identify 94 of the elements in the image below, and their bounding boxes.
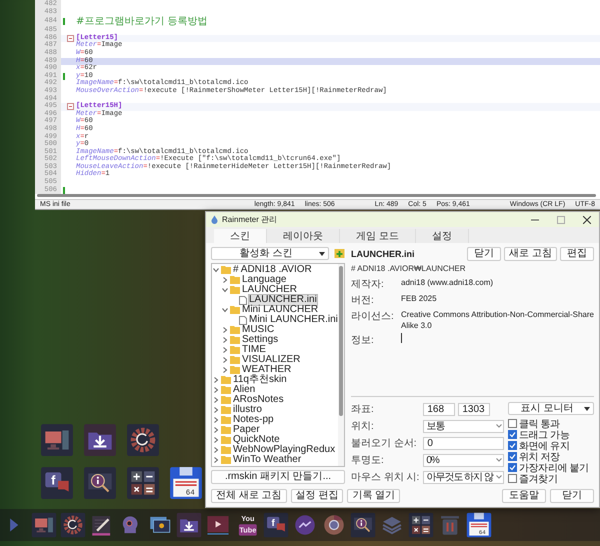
speech-bubble-icon[interactable]: f (263, 512, 289, 538)
checkbox-label: 화면에 유지 (519, 440, 570, 452)
checkbox-label: 드래그 가능 (519, 428, 570, 442)
tree-item[interactable]: Settings (212, 335, 338, 345)
folder-icon (230, 306, 240, 314)
tree-item[interactable]: QuickNote (212, 435, 338, 445)
header-button[interactable]: 닫기 (467, 247, 502, 261)
chevron-icon (496, 458, 502, 462)
tree-item[interactable]: LAUNCHER (212, 285, 338, 295)
close-icon[interactable] (583, 216, 591, 224)
info-value: Creative Commons Attribution-Non-Commercial-Share Alike 3.0 (401, 309, 594, 331)
info-value: adni18 (www.adni18.com) (401, 277, 494, 288)
footer-button[interactable]: 전체 새로 고침 (211, 489, 287, 503)
package-button[interactable]: .rmskin 패키지 만들기... (211, 470, 345, 484)
horizontal-scrollbar[interactable] (37, 194, 596, 198)
coordinate-field[interactable]: 1303 (458, 402, 490, 416)
select-field[interactable]: 0% (423, 454, 504, 466)
window-title: Rainmeter 관리 (222, 214, 278, 225)
info-label: 정보: (351, 334, 375, 347)
select-field[interactable]: 아무것도 하지 않 (423, 470, 504, 484)
header-button[interactable]: 새로 고침 (504, 247, 557, 261)
calculator-icon[interactable] (408, 512, 434, 538)
tree-item[interactable]: ARosNotes (212, 395, 338, 405)
chevron-icon[interactable] (222, 307, 228, 313)
info-label: 라이선스: (351, 310, 395, 323)
drop-icon (211, 215, 218, 224)
tree-item[interactable]: Notes-pp (212, 415, 338, 425)
checkbox[interactable] (508, 474, 517, 483)
download-folder-icon[interactable] (176, 512, 202, 538)
checkbox[interactable] (508, 419, 517, 428)
tree-item[interactable]: Mini LAUNCHER.ini (212, 315, 338, 325)
header-button[interactable]: 편집 (560, 247, 594, 261)
checkbox-label: 클릭 통과 (519, 418, 560, 430)
footer-button[interactable]: 기록 열기 (347, 489, 400, 503)
tree-item[interactable]: Mini LAUNCHER (212, 305, 338, 315)
tree-item[interactable]: Alien (212, 385, 338, 395)
fold-icon[interactable] (67, 35, 74, 42)
gear-icon[interactable] (60, 512, 86, 538)
skin-path: # ADNI18 .AVIOR₩LAUNCHER (351, 264, 467, 273)
code-comment: #프로그램바로가기 등록방법 (76, 16, 208, 28)
setting-label: 위치: (351, 420, 375, 433)
tab[interactable]: 스킨 (214, 229, 267, 243)
file-icon (239, 316, 247, 324)
info-icon[interactable] (350, 512, 376, 538)
dropdown-arrow-icon (584, 407, 590, 411)
monitor-dropdown[interactable]: 표시 모니터 (508, 402, 594, 415)
checkbox[interactable] (508, 441, 517, 450)
file-icon (239, 296, 247, 304)
setting-label: 좌표: (351, 403, 375, 416)
checkbox[interactable] (508, 452, 517, 461)
checkbox-label: 즐겨찾기 (519, 472, 558, 486)
footer-button[interactable]: 설정 편집 (290, 489, 344, 503)
skins-dropdown[interactable]: 활성화 스킨 (211, 247, 329, 260)
checkbox[interactable] (508, 430, 517, 439)
footer-button[interactable]: 도움말 (502, 489, 546, 503)
gear-icon[interactable] (126, 423, 160, 457)
select-field[interactable]: 보통 (423, 420, 504, 432)
text-cursor (401, 333, 402, 343)
tree-item[interactable]: WinTo Weather (212, 455, 338, 465)
info-label: 버전: (351, 294, 375, 307)
tree-item[interactable]: WebNowPlayingRedux (212, 445, 338, 455)
chevron-icon (496, 424, 502, 428)
add-folder-icon[interactable] (334, 248, 345, 259)
setting-label: 투명도: (351, 454, 385, 467)
chevron-icon (496, 475, 502, 479)
vertical-scrollbar[interactable] (338, 264, 344, 466)
info-icon[interactable] (83, 466, 117, 500)
skin-name: LAUNCHER.ini (351, 249, 414, 259)
tree-item[interactable]: # ADNI18 .AVIOR (212, 265, 338, 275)
dropdown-arrow-icon (319, 252, 325, 256)
checkbox[interactable] (508, 463, 517, 472)
tree-item[interactable]: MUSIC (212, 325, 338, 335)
tree-item[interactable]: illustro (212, 405, 338, 415)
calculator-icon[interactable] (126, 466, 160, 500)
tree-item[interactable]: Paper (212, 425, 338, 435)
info-label: 제작자: (351, 278, 385, 291)
footer-button[interactable]: 닫기 (550, 489, 594, 503)
info-value: FEB 2025 (401, 293, 438, 304)
tree-item[interactable]: TIME (212, 345, 338, 355)
tree-item[interactable]: Language (212, 275, 338, 285)
tree-item[interactable]: VISUALIZER (212, 355, 338, 365)
setting-label: 마우스 위치 시: (351, 471, 420, 484)
computer-icon[interactable] (40, 423, 74, 457)
checkbox-label: 위치 저장 (519, 450, 560, 464)
fold-icon[interactable] (67, 103, 74, 110)
tree-item[interactable]: 11q추천skin (212, 375, 338, 385)
checkbox-label: 가장자리에 붙기 (519, 462, 589, 474)
download-folder-icon[interactable] (83, 423, 117, 457)
speech-bubble-icon[interactable]: f (40, 466, 74, 500)
computer-icon[interactable] (31, 512, 57, 538)
order-field[interactable]: 0 (423, 436, 504, 450)
coordinate-field[interactable]: 168 (423, 402, 456, 416)
setting-label: 불러오기 순서: (351, 437, 418, 450)
tree-item[interactable]: WEATHER (212, 365, 338, 375)
